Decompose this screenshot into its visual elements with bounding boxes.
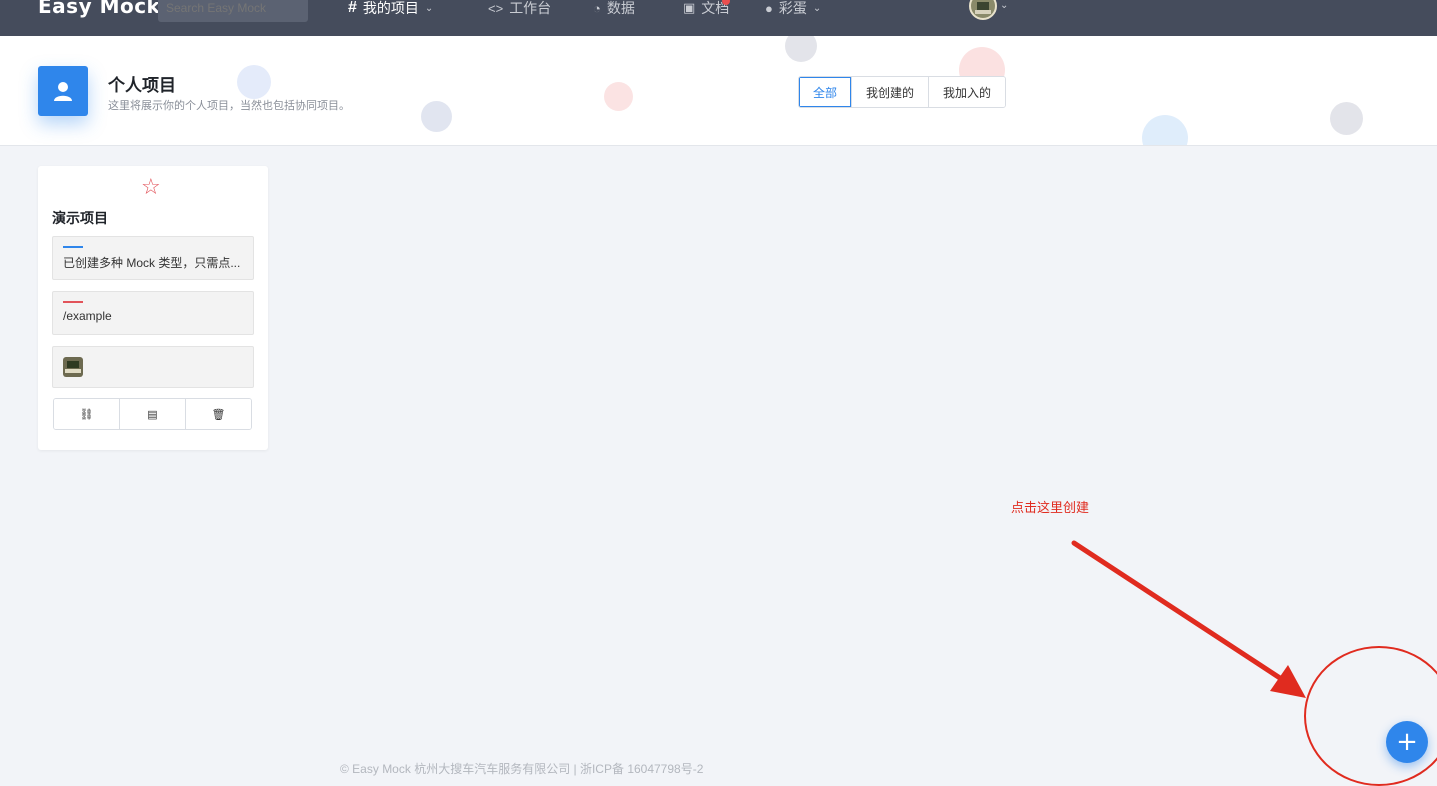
annotation-note: 点击这里创建 [1011,500,1090,515]
nav-data-label: 数据 [606,0,635,16]
nav-workbench-label: 工作台 [509,0,552,16]
dashboard-icon: ◔ [593,0,601,16]
code-icon: <> [488,0,504,16]
decorative-bubble [604,82,633,111]
nav-easter-egg-label: 彩蛋 [778,0,807,16]
book-icon: ▣ [683,0,696,15]
hash-icon: # [348,0,357,16]
nav-my-projects-label: 我的项目 [362,0,419,16]
project-base-url: /example [63,309,112,323]
decorative-bubble [237,65,271,99]
nav-workbench[interactable]: <> 工作台 [488,0,551,22]
project-name[interactable]: 演示项目 [52,208,108,228]
decorative-bubble [421,101,452,132]
description-accent [63,246,83,248]
project-filter-tabs: 全部 我创建的 我加入的 [798,76,1007,108]
project-card[interactable]: ☆ 演示项目 已创建多种 Mock 类型，只需点... /example ⛓ ▤… [38,166,268,450]
egg-icon: ● [765,0,773,16]
filter-created-button[interactable]: 我创建的 [852,77,930,107]
app-logo[interactable]: Easy Mock [38,0,160,18]
project-url-field: /example [52,291,254,335]
top-navbar: Easy Mock # 我的项目 ⌄ <> 工作台 ◔ 数据 ▣ 文档 ● 彩蛋… [0,0,1437,36]
project-members-field [52,346,254,388]
trash-icon[interactable]: 🗑 [186,399,251,429]
page-header: 个人项目 这里将展示你的个人项目，当然也包括协同项目。 全部 我创建的 我加入的 [0,36,1437,146]
decorative-bubble [1142,115,1188,145]
annotation-circle [1304,646,1437,786]
decorative-bubble [785,36,817,62]
user-avatar[interactable] [969,0,997,20]
project-description-field: 已创建多种 Mock 类型，只需点... [52,236,254,280]
user-icon [38,66,88,116]
page-description: 这里将展示你的个人项目，当然也包括协同项目。 [108,100,350,112]
page-title: 个人项目 [108,76,176,95]
url-accent [63,301,83,303]
project-actions: ⛓ ▤ 🗑 [53,398,252,430]
nav-my-projects[interactable]: # 我的项目 ⌄ [348,0,433,22]
nav-data[interactable]: ◔ 数据 [593,0,635,22]
copy-icon[interactable]: ▤ [120,399,186,429]
create-project-button[interactable]: + [1386,721,1428,763]
search-input[interactable] [158,0,308,22]
filter-joined-button[interactable]: 我加入的 [929,77,1006,107]
link-icon[interactable]: ⛓ [54,399,120,429]
nav-easter-egg[interactable]: ● 彩蛋 ⌄ [765,0,821,22]
star-icon[interactable]: ☆ [141,174,161,200]
project-description: 已创建多种 Mock 类型，只需点... [63,256,241,270]
filter-all-button[interactable]: 全部 [799,77,853,107]
decorative-bubble [1330,102,1363,135]
chevron-down-icon: ⌄ [812,2,822,14]
footer-copyright: © Easy Mock 杭州大搜车汽车服务有限公司 | 浙ICP备 160477… [340,762,704,776]
chevron-down-icon: ⌄ [424,2,434,14]
chevron-down-icon[interactable]: ⌄ [1000,0,1008,11]
member-avatar[interactable] [63,357,83,377]
